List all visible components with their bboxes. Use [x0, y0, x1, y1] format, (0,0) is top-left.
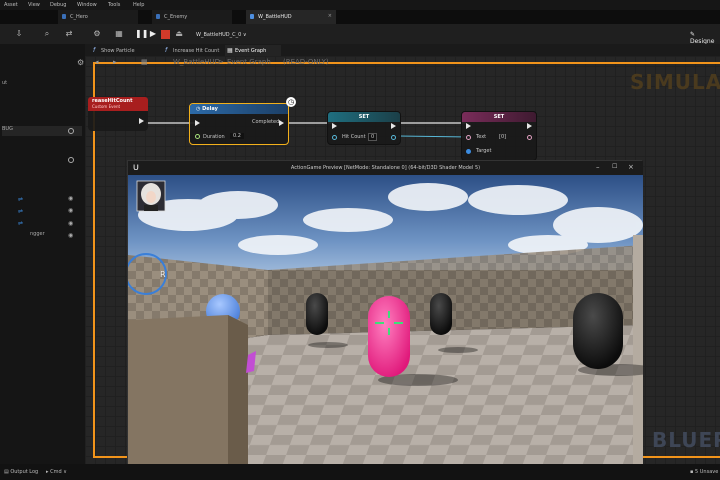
text-label: Text — [476, 134, 487, 140]
hit-count-label: Hit Count — [342, 134, 366, 140]
black-capsule — [430, 293, 452, 335]
node-header: reaseHitCount Custom Event — [88, 97, 148, 111]
editor-window: Asset View Debug Window Tools Help C_Her… — [0, 0, 720, 480]
delay-node[interactable]: ◷ Delay Completed Duration 0.2 — [189, 103, 289, 145]
node-header: ◷ Delay — [190, 104, 288, 114]
output-log-button[interactable]: ▤ Output Log — [4, 469, 38, 475]
duration-pin[interactable] — [195, 134, 200, 141]
cmd-select[interactable]: ▸ Cmd ∨ — [46, 469, 67, 475]
duration-label: Duration — [203, 134, 225, 140]
maximize-icon[interactable]: ☐ — [612, 163, 617, 170]
text-out-pin[interactable] — [527, 135, 532, 142]
unsaved-label: 5 Unsave — [694, 469, 719, 475]
latent-clock-icon: ◷ — [286, 97, 296, 107]
unsaved-indicator[interactable]: ▪ 5 Unsave — [690, 469, 718, 475]
node-title: Delay — [202, 106, 218, 112]
hit-count-pin[interactable] — [332, 135, 337, 142]
text-value: [0] — [499, 134, 507, 140]
target-pin[interactable] — [466, 149, 471, 156]
exec-in-pin[interactable] — [332, 123, 337, 131]
game-viewport[interactable]: R — [128, 175, 643, 480]
avatar — [136, 180, 166, 212]
cmd-label: Cmd ∨ — [50, 469, 67, 475]
exec-in-pin[interactable] — [195, 120, 200, 128]
exec-out-pin[interactable] — [527, 123, 532, 131]
close-icon[interactable]: × — [628, 163, 634, 171]
black-capsule — [306, 293, 328, 335]
black-capsule — [573, 293, 623, 369]
output-log-label: Output Log — [10, 469, 39, 475]
completed-pin-label: Completed — [252, 119, 280, 125]
set-hit-count-node[interactable]: SET Hit Count 0 — [327, 111, 401, 145]
node-subtitle: Custom Event — [92, 104, 121, 109]
foreground-block-side — [228, 315, 248, 480]
node-title: SET — [493, 114, 505, 120]
node-title: SET — [358, 114, 370, 120]
status-bar: ▤ Output Log ▸ Cmd ∨ ▪ 5 Unsave — [0, 464, 720, 480]
exec-in-pin[interactable] — [466, 123, 471, 131]
reticle-letter: R — [160, 270, 166, 279]
pie-title: ActionGame Preview [NetMode: Standalone … — [290, 165, 481, 171]
hit-count-field[interactable]: 0 — [368, 133, 378, 141]
exec-out-pin[interactable] — [279, 120, 284, 128]
text-pin[interactable] — [466, 135, 471, 142]
exec-out-pin[interactable] — [139, 118, 144, 126]
data-wire — [397, 135, 471, 138]
custom-event-node[interactable]: reaseHitCount Custom Event — [88, 97, 148, 131]
exec-out-pin[interactable] — [391, 123, 396, 131]
set-text-node[interactable]: SET Text [0] Target — [461, 111, 537, 161]
target-label: Target — [476, 148, 492, 154]
node-header: SET — [328, 112, 400, 122]
node-header: SET — [462, 112, 536, 122]
play-in-editor-window[interactable]: ᑌ ActionGame Preview [NetMode: Standalon… — [127, 160, 643, 480]
pillar — [633, 235, 643, 480]
pink-capsule — [368, 296, 410, 377]
unreal-logo-icon: ᑌ — [133, 163, 139, 172]
minimize-icon[interactable]: – — [596, 163, 600, 171]
duration-field[interactable]: 0.2 — [230, 133, 244, 139]
pie-title-bar: ᑌ ActionGame Preview [NetMode: Standalon… — [128, 161, 643, 175]
hit-count-out-pin[interactable] — [391, 135, 396, 142]
